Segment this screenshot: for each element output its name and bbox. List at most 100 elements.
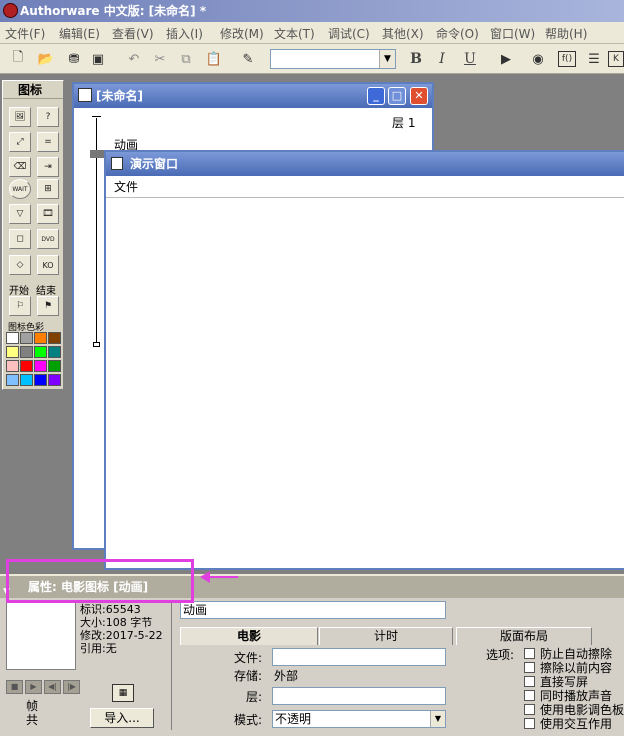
menu-insert[interactable]: 插入(I)	[166, 25, 203, 42]
color-swatch[interactable]	[6, 346, 19, 358]
close-button[interactable]: ✕	[410, 87, 428, 105]
copy-icon[interactable]: ⧉	[176, 49, 196, 69]
color-swatch[interactable]	[6, 360, 19, 372]
functions-icon[interactable]: f()	[558, 51, 576, 67]
undo-icon[interactable]: ↶	[124, 49, 144, 69]
wait-icon[interactable]: WAIT	[9, 179, 31, 199]
color-swatch[interactable]	[20, 332, 33, 344]
framework-icon[interactable]: ⊞	[37, 179, 59, 199]
color-swatch[interactable]	[34, 346, 47, 358]
film-strip-icon: ▦	[112, 684, 134, 702]
font-combo[interactable]: ▼	[270, 49, 396, 69]
color-swatch[interactable]	[34, 374, 47, 386]
presentation-menu-bar: 文件	[106, 176, 624, 198]
control-panel-icon[interactable]: ◉	[528, 49, 548, 69]
erase-icon[interactable]: ⌫	[9, 157, 31, 177]
group-diamond-icon[interactable]: ◇	[9, 255, 31, 275]
color-swatch[interactable]	[20, 360, 33, 372]
file-field[interactable]	[272, 648, 446, 666]
layer-field[interactable]	[272, 687, 446, 705]
knowledge-object-icon[interactable]: KO	[37, 255, 59, 275]
option-checkbox-movie-palette[interactable]	[524, 704, 535, 715]
tab-layout[interactable]: 版面布局	[456, 627, 592, 645]
option-checkbox-direct-to-screen[interactable]	[524, 676, 535, 687]
option-checkbox-prevent-erase[interactable]	[524, 648, 535, 659]
open-folder-icon[interactable]: 📂	[36, 49, 56, 69]
run-icon[interactable]: ▶	[496, 49, 516, 69]
color-swatch[interactable]	[48, 346, 61, 358]
color-swatch[interactable]	[48, 332, 61, 344]
annotation-arrow-icon	[200, 571, 210, 583]
options-label: 选项:	[486, 648, 515, 662]
step-forward-icon[interactable]: |▶	[63, 680, 80, 694]
mode-select[interactable]: 不透明 ▼	[272, 710, 446, 728]
menu-window[interactable]: 窗口(W)	[490, 25, 535, 42]
option-checkbox-erase-previous[interactable]	[524, 662, 535, 673]
find-icon[interactable]: ✎	[238, 49, 258, 69]
stop-icon[interactable]: ■	[6, 680, 23, 694]
option-checkbox-interactivity[interactable]	[524, 718, 535, 729]
decision-icon[interactable]: ▽	[9, 204, 31, 224]
start-flag-icon[interactable]: ⚐	[9, 296, 31, 316]
color-swatch[interactable]	[20, 374, 33, 386]
menu-help[interactable]: 帮助(H)	[545, 25, 587, 42]
color-swatch[interactable]	[48, 374, 61, 386]
start-flag-label: 开始	[9, 286, 29, 297]
step-back-icon[interactable]: ◀|	[44, 680, 61, 694]
menu-modify[interactable]: 修改(M)	[220, 25, 264, 42]
color-swatch[interactable]	[6, 374, 19, 386]
color-swatch[interactable]	[34, 332, 47, 344]
layer-indicator: 层 1	[392, 116, 416, 130]
total-label: 共	[26, 713, 39, 727]
color-swatch[interactable]	[6, 332, 19, 344]
menu-edit[interactable]: 编辑(E)	[59, 25, 100, 42]
play-icon[interactable]: ▶	[25, 680, 42, 694]
end-flag-icon[interactable]: ⚑	[37, 296, 59, 316]
cut-icon[interactable]: ✂	[150, 49, 170, 69]
menu-command[interactable]: 命令(O)	[436, 25, 479, 42]
presentation-menu-file[interactable]: 文件	[114, 180, 138, 194]
icon-references: 引用:无	[80, 642, 117, 655]
icon-name-field[interactable]: 动画	[180, 601, 446, 619]
italic-button[interactable]: I	[432, 49, 452, 69]
color-swatch[interactable]	[34, 360, 47, 372]
save-all-icon[interactable]: ⛃	[64, 49, 84, 69]
option-checkbox-concurrent-sound[interactable]	[524, 690, 535, 701]
dvd-icon[interactable]: DVD	[37, 229, 59, 249]
import-button[interactable]: 导入...	[90, 708, 154, 728]
variables-icon[interactable]: ☰	[584, 49, 604, 69]
chevron-down-icon[interactable]: ▼	[379, 50, 395, 68]
import-icon[interactable]: ▣	[88, 49, 108, 69]
calculation-icon[interactable]: =	[37, 132, 59, 152]
presentation-title: 演示窗口	[130, 157, 179, 171]
knowledge-objects-icon[interactable]: K	[608, 51, 624, 67]
navigate-icon[interactable]: ⇥	[37, 157, 59, 177]
movie-icon-on-flowline[interactable]	[90, 150, 104, 158]
file-label: 文件:	[234, 651, 263, 665]
tab-movie[interactable]: 电影	[180, 627, 318, 645]
new-file-icon[interactable]: 🗋	[8, 49, 28, 69]
bold-button[interactable]: B	[406, 49, 426, 69]
paste-icon[interactable]: 📋	[204, 49, 224, 69]
color-swatch[interactable]	[20, 346, 33, 358]
storage-label: 存储:	[234, 669, 263, 683]
menu-text[interactable]: 文本(T)	[274, 25, 315, 42]
flowline-window-icon	[78, 88, 92, 102]
menu-other[interactable]: 其他(X)	[382, 25, 424, 42]
map-icon[interactable]: ◻	[9, 229, 31, 249]
flowline-title-bar: [未命名] _ □ ✕	[74, 84, 432, 108]
menu-debug[interactable]: 调试(C)	[328, 25, 370, 42]
digital-movie-icon[interactable]: 🎞	[37, 204, 59, 224]
underline-button[interactable]: U	[460, 49, 480, 69]
tab-timing[interactable]: 计时	[319, 627, 453, 645]
maximize-button[interactable]: □	[388, 87, 406, 105]
menu-view[interactable]: 查看(V)	[112, 25, 154, 42]
display-icon[interactable]: 🖼	[9, 107, 31, 127]
interaction-icon[interactable]: ?	[37, 107, 59, 127]
motion-icon[interactable]: ⤢	[9, 132, 31, 152]
menu-file[interactable]: 文件(F)	[5, 25, 45, 42]
color-swatch[interactable]	[48, 360, 61, 372]
minimize-button[interactable]: _	[367, 87, 385, 105]
annotation-highlight-box	[6, 559, 194, 603]
chevron-down-icon[interactable]: ▼	[430, 711, 445, 727]
